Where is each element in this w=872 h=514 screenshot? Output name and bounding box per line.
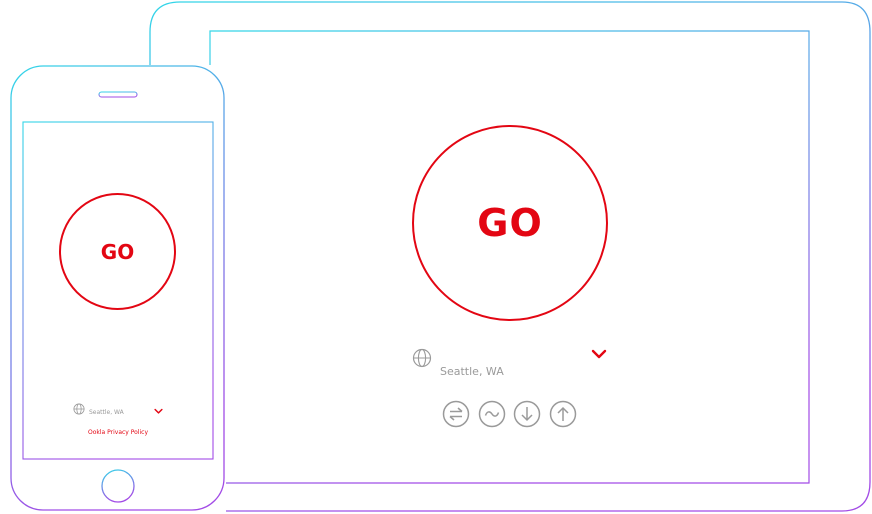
globe-icon [73,402,85,420]
tablet-location-label: Seattle, WA [440,365,504,378]
download-icon[interactable] [513,400,541,433]
tablet-go-button[interactable]: GO [412,125,608,321]
single-connection-icon[interactable] [478,400,506,433]
device-showcase: GO Seattle, WA GO Seattle, WA Ookla Priv… [0,0,872,514]
multi-server-icon[interactable] [442,400,470,433]
chevron-down-icon[interactable] [591,347,607,365]
upload-icon[interactable] [549,400,577,433]
privacy-policy-link[interactable]: Ookla Privacy Policy [88,429,148,436]
phone-go-button[interactable]: GO [59,193,176,310]
globe-icon [412,348,432,373]
chevron-down-icon[interactable] [154,402,163,420]
phone-location-label: Seattle, WA [89,409,124,416]
